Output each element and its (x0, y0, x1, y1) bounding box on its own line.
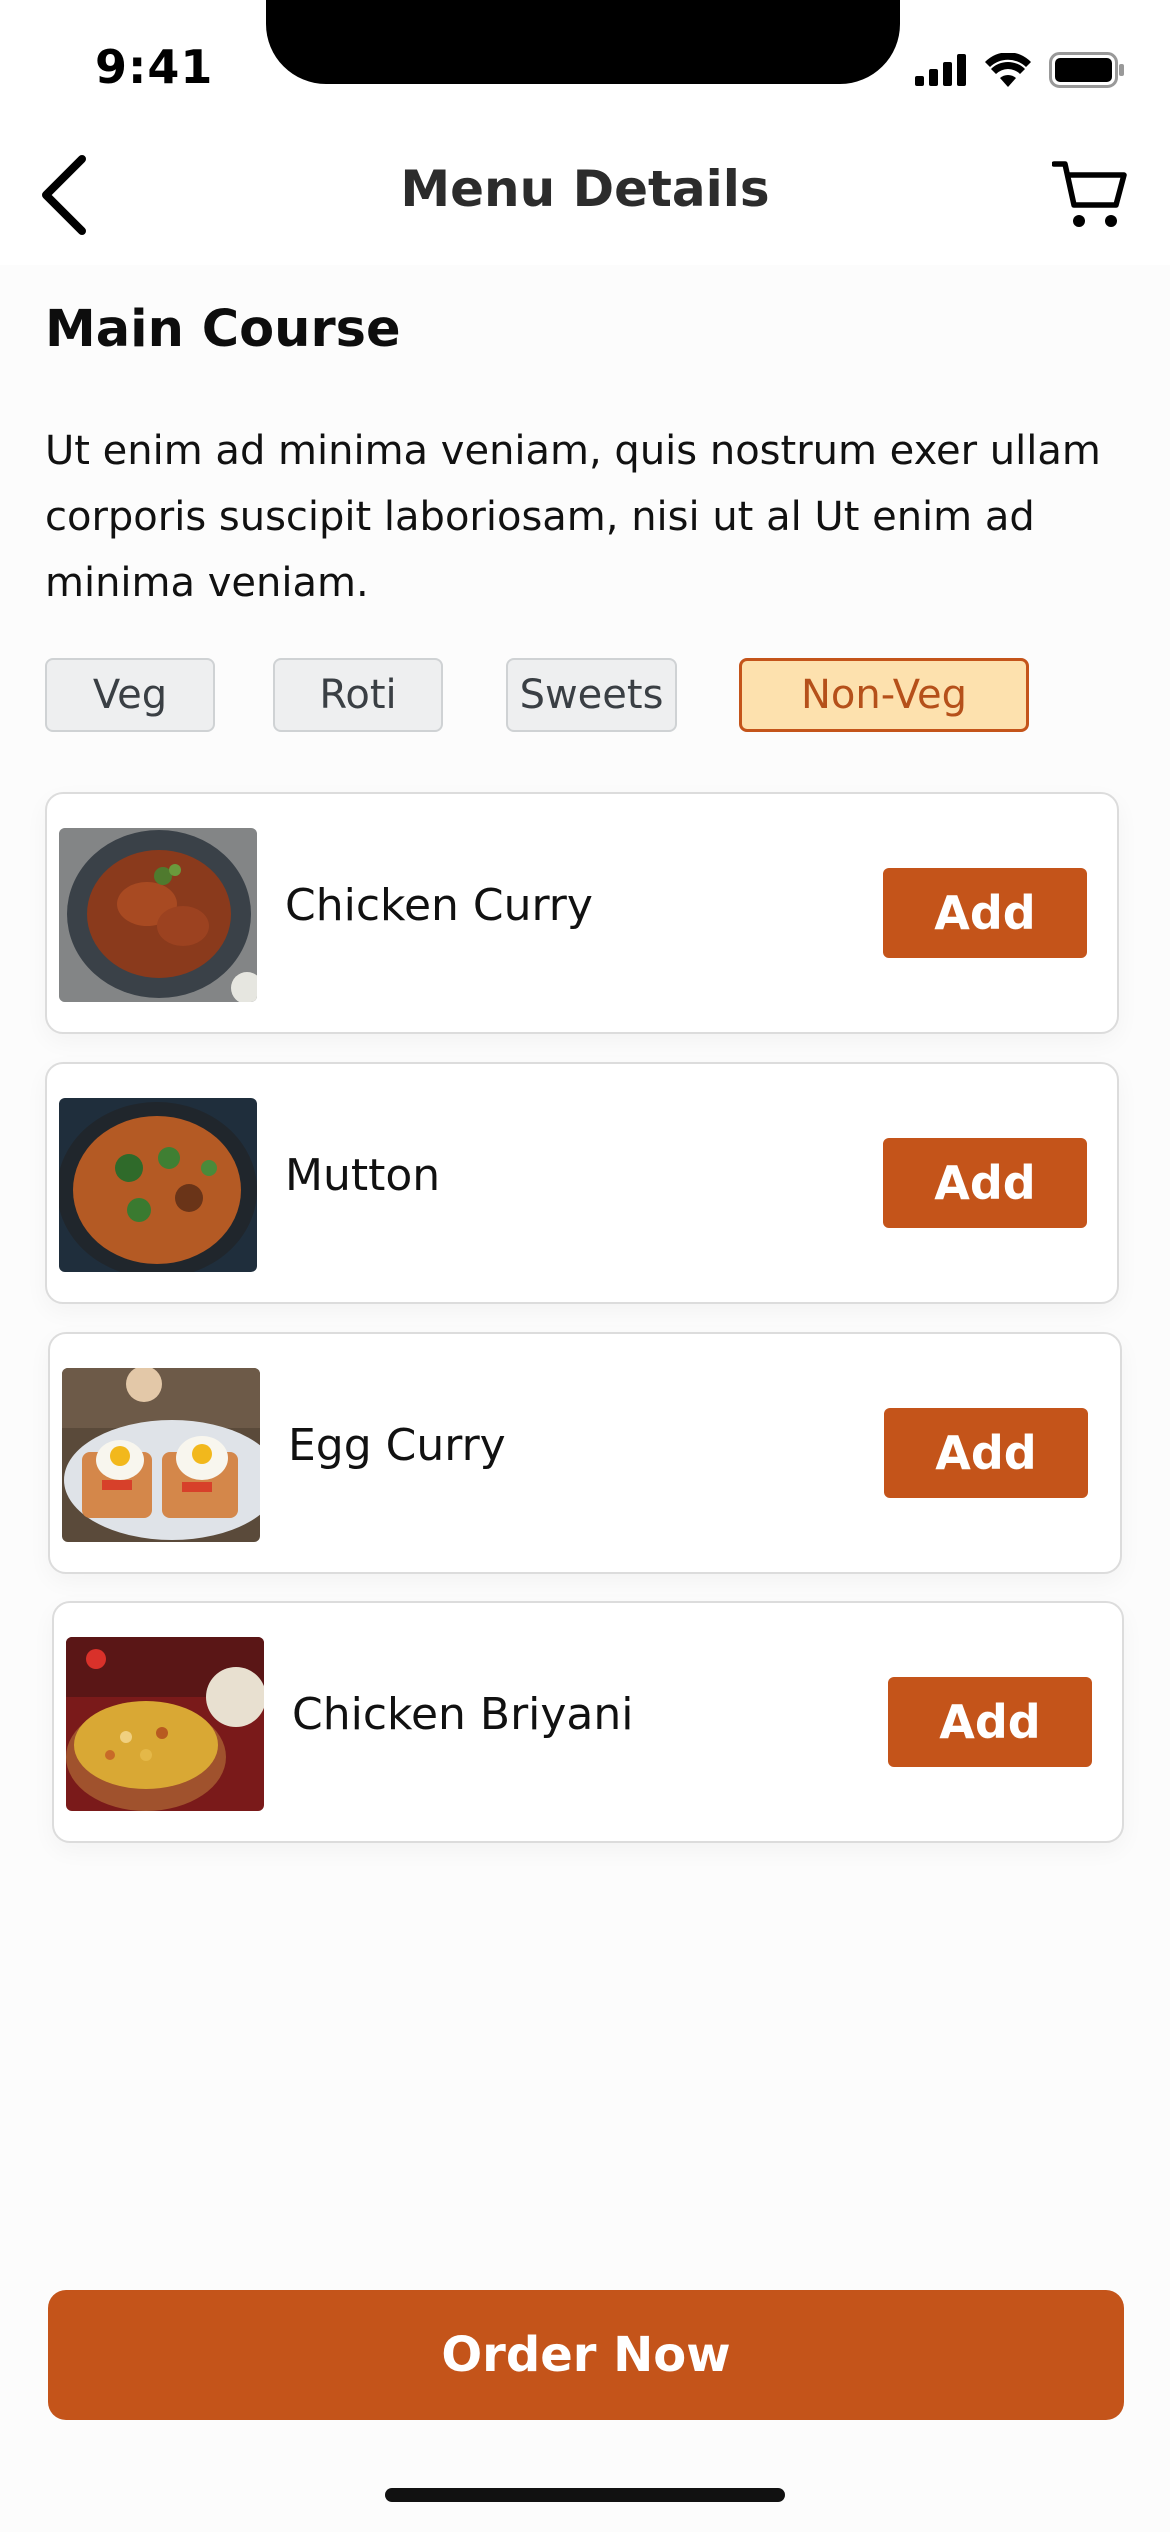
filter-chip-roti[interactable]: Roti (273, 658, 443, 732)
status-bar: 9:41 (0, 0, 1170, 120)
battery-icon (1049, 52, 1124, 88)
add-button[interactable]: Add (884, 1408, 1088, 1498)
header: Menu Details (0, 120, 1170, 265)
section-description: Ut enim ad minima veniam, quis nostrum e… (45, 428, 1101, 606)
filter-chip-non-veg[interactable]: Non-Veg (739, 658, 1029, 732)
page-title: Menu Details (400, 160, 770, 218)
menu-item-card: Mutton Add (45, 1062, 1119, 1304)
menu-item-card: Chicken Briyani Add (52, 1601, 1124, 1843)
status-icons (915, 52, 1125, 88)
chicken-curry-image (59, 828, 257, 1002)
filter-chip-sweets[interactable]: Sweets (506, 658, 677, 732)
menu-item-name: Chicken Briyani (292, 1689, 634, 1740)
filter-chip-veg[interactable]: Veg (45, 658, 215, 732)
menu-item-card: Egg Curry Add (48, 1332, 1122, 1574)
cart-icon (1052, 161, 1127, 227)
status-time: 9:41 (95, 40, 214, 94)
section-title: Main Course (45, 300, 401, 359)
home-indicator (385, 2488, 785, 2502)
notch (266, 0, 900, 84)
wifi-icon (985, 53, 1031, 87)
cart-button[interactable] (1050, 155, 1130, 235)
signal-icon (915, 54, 966, 86)
menu-item-name: Chicken Curry (285, 880, 593, 931)
menu-item-name: Mutton (285, 1150, 441, 1201)
screen: 9:41 Menu Details Main Course Ut enim ad… (0, 0, 1170, 2532)
mutton-image (59, 1098, 257, 1272)
menu-item-card: Chicken Curry Add (45, 792, 1119, 1034)
add-button[interactable]: Add (883, 1138, 1087, 1228)
egg-curry-image (62, 1368, 260, 1542)
menu-item-name: Egg Curry (288, 1420, 506, 1471)
add-button[interactable]: Add (888, 1677, 1092, 1767)
order-now-button[interactable]: Order Now (48, 2290, 1124, 2420)
add-button[interactable]: Add (883, 868, 1087, 958)
chicken-briyani-image (66, 1637, 264, 1811)
